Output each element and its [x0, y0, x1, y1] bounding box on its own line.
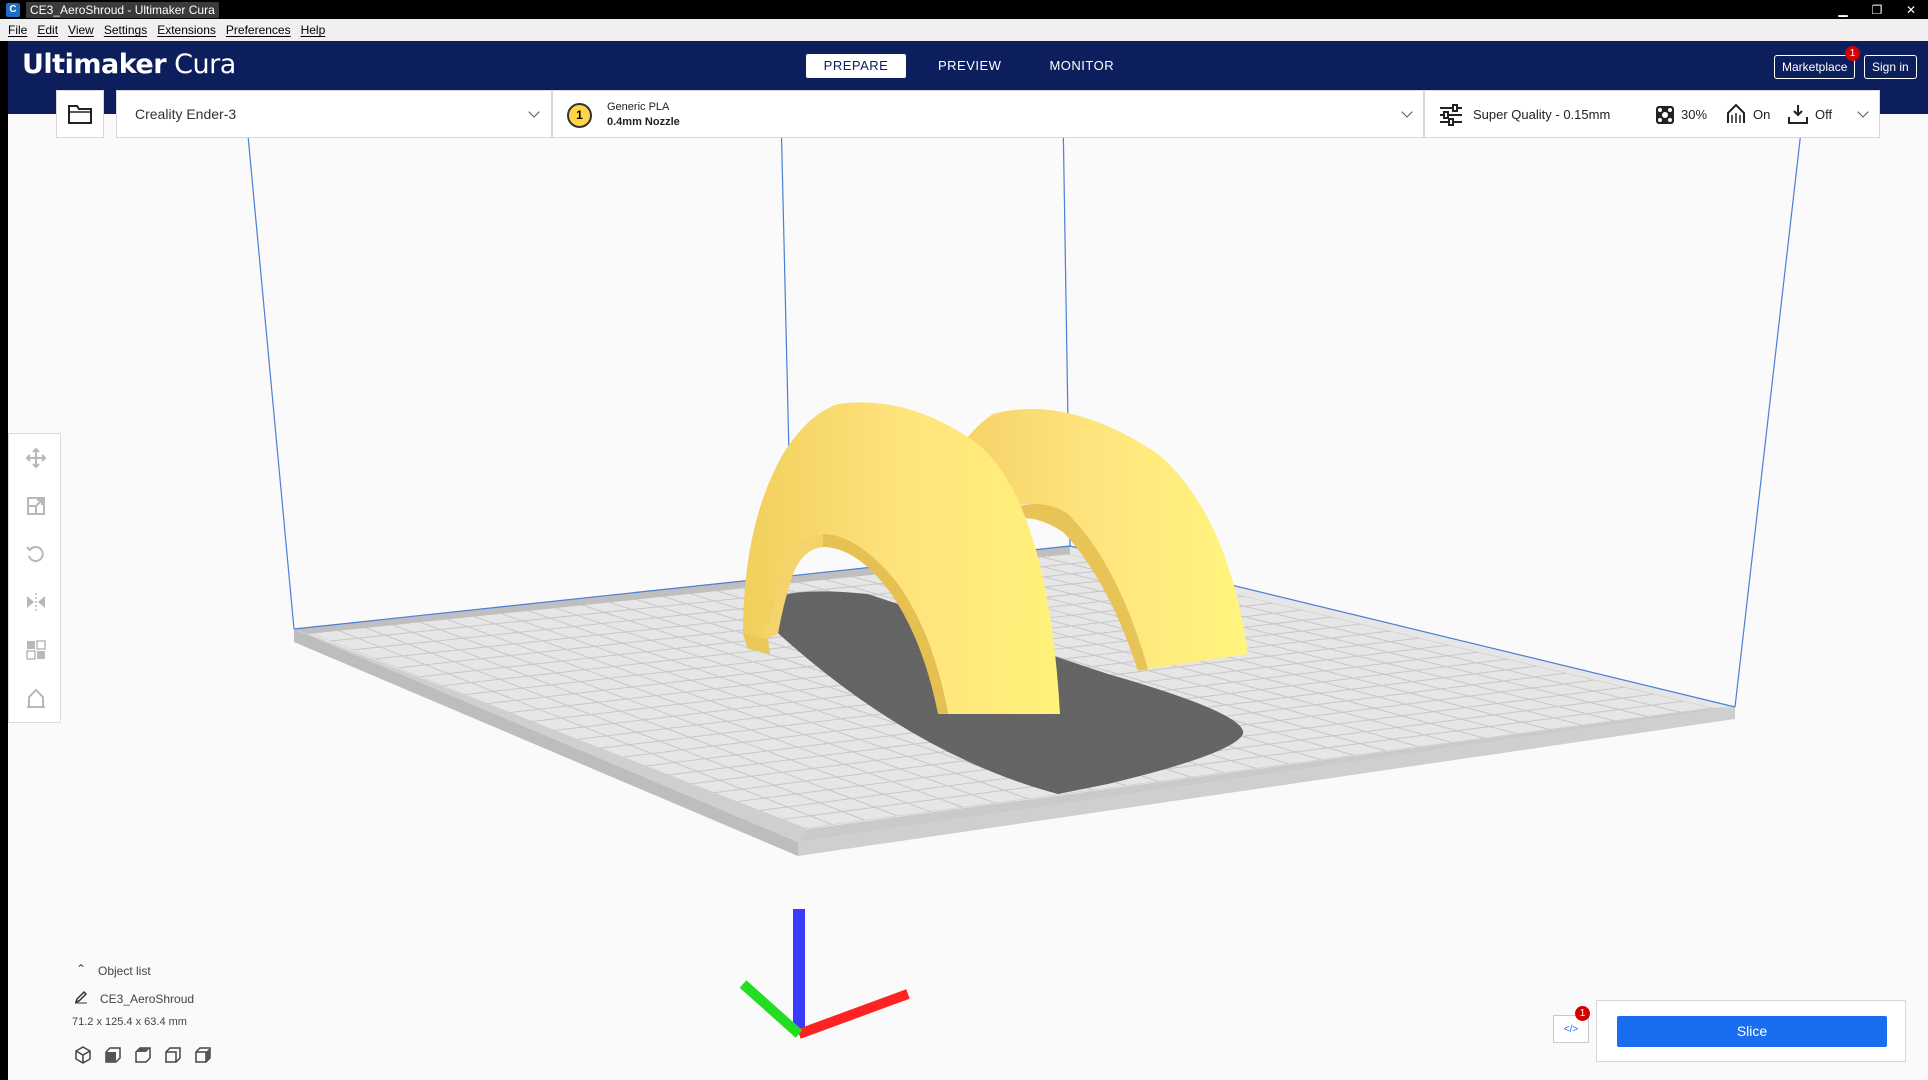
- code-icon: </>: [1563, 1023, 1579, 1035]
- menu-extensions[interactable]: Extensions: [157, 23, 216, 37]
- marketplace-button[interactable]: Marketplace: [1774, 55, 1856, 79]
- 3d-view-icon[interactable]: [74, 1046, 92, 1064]
- menu-preferences[interactable]: Preferences: [226, 23, 291, 37]
- logo-light: Cura: [166, 49, 236, 80]
- close-icon[interactable]: ✕: [1904, 3, 1918, 17]
- tab-monitor[interactable]: MONITOR: [1025, 54, 1138, 78]
- left-view-icon[interactable]: [164, 1046, 182, 1064]
- support-value: On: [1753, 107, 1771, 122]
- extruder-icon: 1: [567, 103, 592, 128]
- marketplace-notification-badge: 1: [1845, 46, 1860, 61]
- nozzle-name: 0.4mm Nozzle: [607, 116, 680, 128]
- menu-edit[interactable]: Edit: [37, 23, 58, 37]
- material-selector[interactable]: 1 Generic PLA 0.4mm Nozzle: [552, 90, 1424, 138]
- ultimaker-cura-logo: Ultimaker Cura: [22, 49, 236, 80]
- rotate-icon[interactable]: [26, 544, 46, 564]
- slice-notification-badge: 1: [1575, 1006, 1590, 1021]
- support-blocker-icon[interactable]: [26, 688, 46, 708]
- menu-view[interactable]: View: [68, 23, 94, 37]
- stage-tabs: PREPARE PREVIEW MONITOR: [806, 54, 1138, 78]
- logo-bold: Ultimaker: [22, 49, 167, 80]
- menu-help[interactable]: Help: [301, 23, 326, 37]
- chevron-down-icon: [528, 106, 540, 118]
- window-title: CE3_AeroShroud - Ultimaker Cura: [26, 1, 219, 18]
- window-left-edge: [0, 41, 8, 1080]
- adhesion-value: Off: [1815, 107, 1833, 122]
- tool-panel: [8, 433, 61, 723]
- sliders-icon: [1440, 104, 1462, 126]
- axis-gizmo: [739, 909, 910, 1039]
- cura-app-icon: C: [6, 2, 20, 17]
- per-model-settings-icon[interactable]: [26, 640, 46, 660]
- object-list-toggle[interactable]: Object list: [98, 964, 218, 978]
- pencil-icon[interactable]: [74, 990, 88, 1004]
- right-view-icon[interactable]: [194, 1046, 212, 1064]
- quality-profile: Super Quality - 0.15mm: [1473, 107, 1611, 122]
- menu-settings[interactable]: Settings: [104, 23, 147, 37]
- adhesion-icon: [1788, 105, 1808, 124]
- window-controls: ▁ ❐ ✕: [1836, 0, 1918, 19]
- printer-selector[interactable]: Creality Ender-3: [116, 90, 552, 138]
- infill-icon: [1656, 106, 1674, 124]
- slice-button[interactable]: Slice: [1617, 1016, 1887, 1047]
- object-dimensions: 71.2 x 125.4 x 63.4 mm: [72, 1016, 187, 1028]
- printer-name: Creality Ender-3: [135, 106, 237, 122]
- mirror-icon[interactable]: [26, 592, 46, 612]
- folder-icon: [68, 105, 92, 124]
- open-file-button[interactable]: [56, 90, 104, 138]
- chevron-down-icon: [1401, 106, 1413, 118]
- move-icon[interactable]: [26, 448, 46, 468]
- front-view-icon[interactable]: [104, 1046, 122, 1064]
- sign-in-button[interactable]: Sign in: [1864, 55, 1917, 79]
- infill-value: 30%: [1681, 107, 1708, 122]
- object-name[interactable]: CE3_AeroShroud: [100, 992, 300, 1006]
- minimize-icon[interactable]: ▁: [1836, 3, 1850, 17]
- camera-view-buttons: [74, 1046, 212, 1064]
- 3d-viewport[interactable]: [8, 114, 1928, 1080]
- print-settings-selector[interactable]: Super Quality - 0.15mm 30% On Off: [1424, 90, 1880, 138]
- restore-icon[interactable]: ❐: [1870, 3, 1884, 17]
- support-icon: [1727, 103, 1745, 123]
- cura-window: C CE3_AeroShroud - Ultimaker Cura ▁ ❐ ✕ …: [0, 0, 1928, 1080]
- slice-panel: Slice: [1596, 1000, 1906, 1062]
- scale-icon[interactable]: [26, 496, 46, 516]
- tab-preview[interactable]: PREVIEW: [914, 54, 1025, 78]
- chevron-down-icon: [1857, 106, 1869, 118]
- chevron-up-icon[interactable]: ⌃: [76, 962, 86, 976]
- top-view-icon[interactable]: [134, 1046, 152, 1064]
- menu-file[interactable]: File: [8, 23, 27, 37]
- tab-prepare[interactable]: PREPARE: [806, 54, 906, 78]
- material-name: Generic PLA: [607, 101, 670, 113]
- menu-bar: File Edit View Settings Extensions Prefe…: [0, 19, 1928, 41]
- window-titlebar: C CE3_AeroShroud - Ultimaker Cura ▁ ❐ ✕: [0, 0, 1928, 19]
